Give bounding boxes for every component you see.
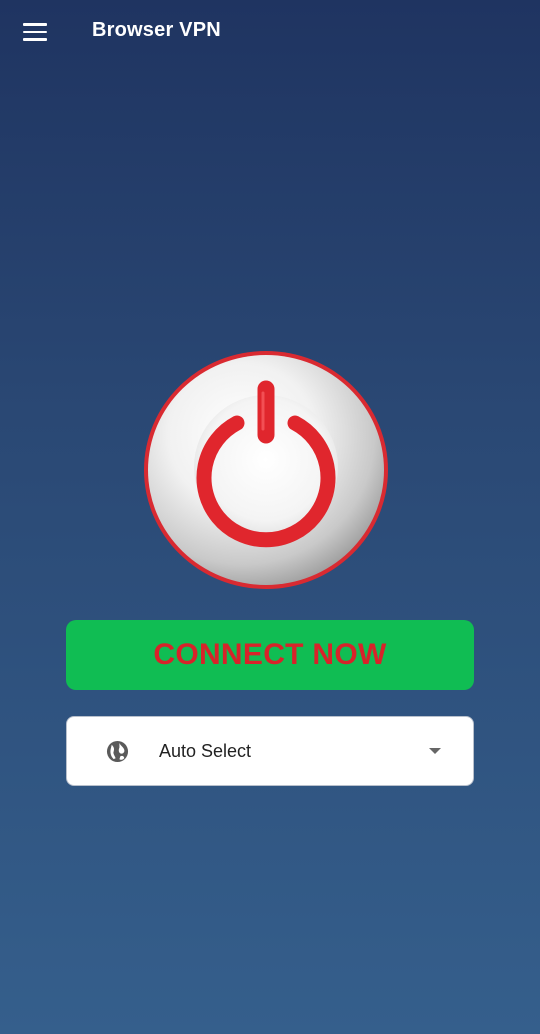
- menu-line: [23, 23, 47, 26]
- menu-line: [23, 38, 47, 41]
- server-selected-label: Auto Select: [159, 741, 252, 761]
- app-title: Browser VPN: [92, 19, 221, 41]
- connect-now-button[interactable]: CONNECT NOW: [66, 620, 474, 690]
- server-selector[interactable]: Auto Select: [66, 716, 474, 786]
- power-button[interactable]: [143, 349, 389, 591]
- hamburger-menu-icon[interactable]: [13, 14, 57, 50]
- connect-now-label: CONNECT NOW: [153, 638, 387, 671]
- caret-down-icon: [429, 748, 441, 754]
- power-icon: [144, 351, 388, 589]
- globe-icon: [106, 740, 129, 763]
- menu-line: [23, 30, 47, 34]
- app-bar: Browser VPN: [0, 0, 540, 64]
